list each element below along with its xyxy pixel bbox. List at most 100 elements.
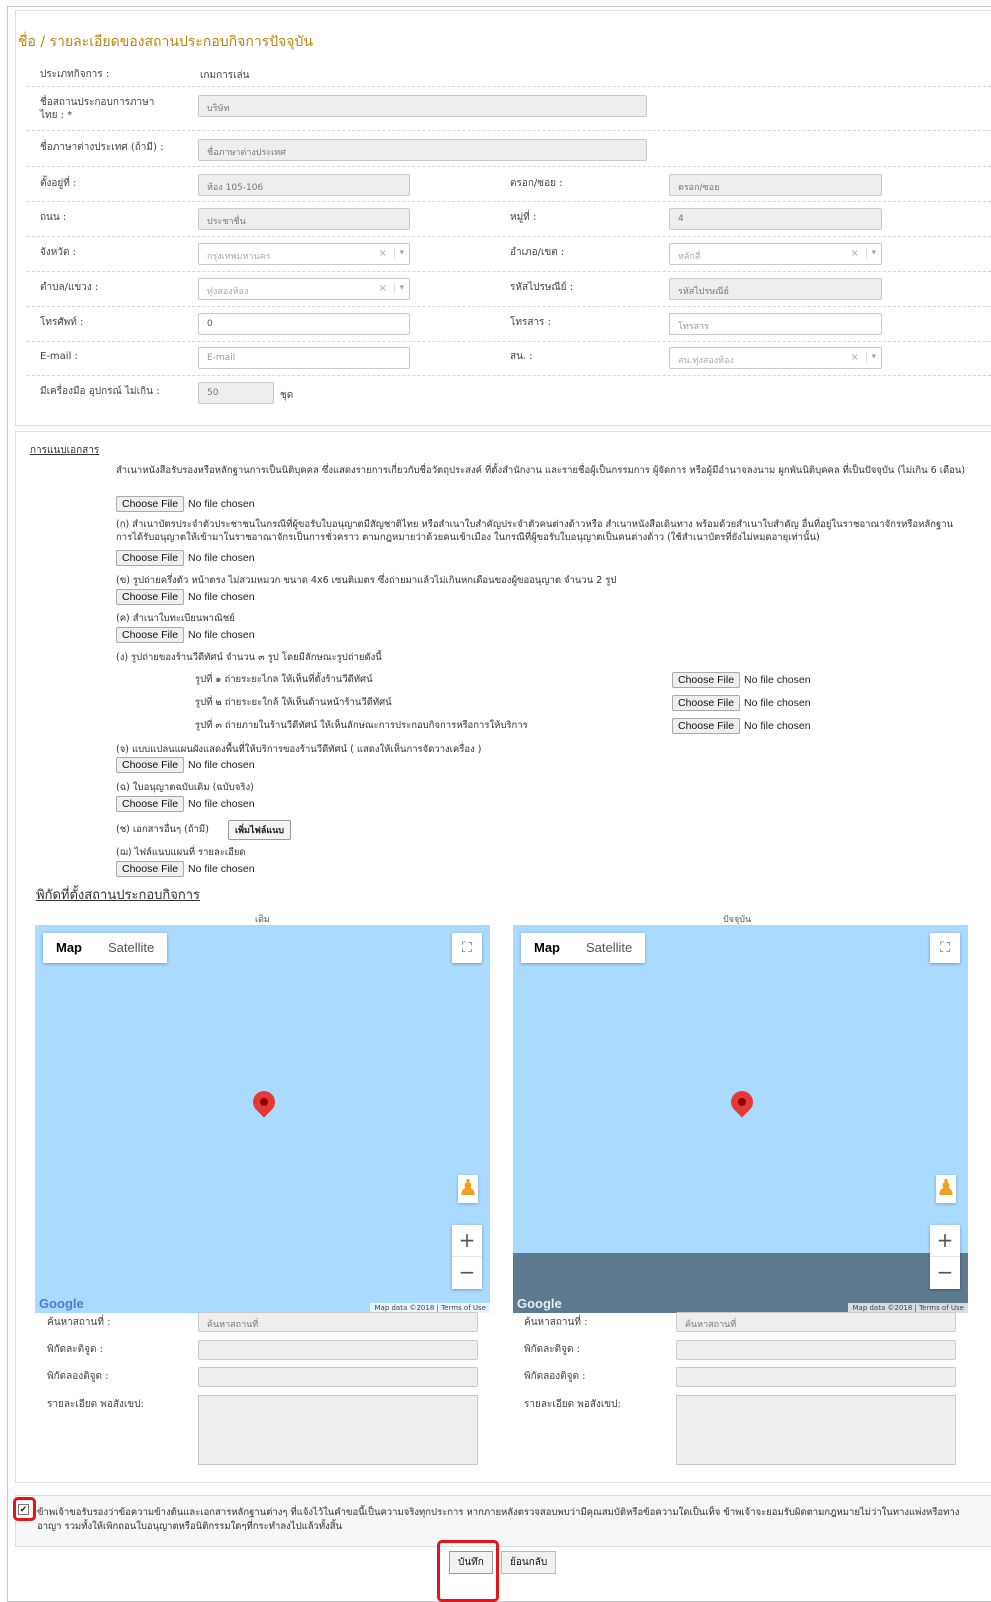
district-label: อำเภอ/เขต :: [510, 247, 565, 258]
row-divider: [27, 375, 991, 376]
choose-file-button[interactable]: Choose File: [116, 550, 185, 566]
fax-input[interactable]: โทรสาร: [669, 313, 882, 335]
street-view-icon[interactable]: ♟: [458, 1175, 478, 1203]
latitude-label: พิกัดละติจูด :: [524, 1344, 581, 1355]
province-select[interactable]: กรุงเทพมหานคร × ▾: [198, 243, 410, 265]
district-select[interactable]: หลักสี่ × ▾: [669, 243, 882, 265]
name-foreign-label: ชื่อภาษาต่างประเทศ (ถ้ามี) :: [40, 142, 164, 153]
clear-icon[interactable]: ×: [379, 283, 387, 294]
file-input[interactable]: Choose File No file chosen: [672, 718, 811, 734]
longitude-label: พิกัดลองติจูด :: [524, 1371, 586, 1382]
choose-file-button[interactable]: Choose File: [116, 627, 185, 643]
fullscreen-icon[interactable]: ⛶: [452, 933, 482, 963]
name-foreign-input[interactable]: ชื่อภาษาต่างประเทศ: [198, 139, 647, 161]
equipment-label: มีเครื่องมือ อุปกรณ์ ไม่เกิน :: [40, 386, 160, 397]
clear-icon[interactable]: ×: [851, 352, 859, 363]
file-input[interactable]: Choose File No file chosen: [116, 861, 255, 877]
file-status: No file chosen: [188, 863, 255, 875]
search-place-label: ค้นหาสถานที่ :: [47, 1317, 111, 1328]
add-attachment-button[interactable]: เพิ่มไฟล์แนบ: [228, 820, 292, 840]
clear-icon[interactable]: ×: [379, 248, 387, 259]
address-input[interactable]: ห้อง 105-106: [198, 174, 410, 196]
file-input[interactable]: Choose File No file chosen: [116, 550, 255, 566]
file-status: No file chosen: [188, 759, 255, 771]
file-input[interactable]: Choose File No file chosen: [116, 589, 255, 605]
file-input[interactable]: Choose File No file chosen: [116, 757, 255, 773]
name-th-input[interactable]: บริษัท: [198, 95, 647, 117]
search-place-input[interactable]: ค้นหาสถานที่: [198, 1312, 478, 1332]
zoom-in-icon[interactable]: +: [930, 1225, 960, 1257]
map-old[interactable]: Map Satellite ⛶ ♟ + − Google Map data ©2…: [35, 925, 490, 1313]
back-button[interactable]: ย้อนกลับ: [501, 1551, 557, 1574]
choose-file-button[interactable]: Choose File: [116, 496, 185, 512]
search-place-input[interactable]: ค้นหาสถานที่: [676, 1312, 956, 1332]
file-input[interactable]: Choose File No file chosen: [672, 695, 811, 711]
photo-item-text: รูปที่ ๑ ถ่ายระยะไกล ให้เห็นที่ตั้งร้านว…: [195, 674, 373, 685]
attachment-item-text: (ข) รูปถ่ายครึ่งตัว หน้าตรง ไม่สวมหมวก ข…: [116, 575, 617, 586]
longitude-input[interactable]: [676, 1367, 956, 1387]
attachment-item-text: (ฌ) ไฟล์แนบแผนที่ รายละเอียด: [116, 847, 246, 858]
phone-label: โทรศัพท์ :: [40, 317, 84, 328]
chevron-down-icon[interactable]: ▾: [394, 283, 404, 293]
map-marker-icon[interactable]: [726, 1086, 758, 1118]
zoom-in-icon[interactable]: +: [452, 1225, 482, 1257]
file-status: No file chosen: [744, 720, 811, 732]
latitude-input[interactable]: [198, 1340, 478, 1360]
choose-file-button[interactable]: Choose File: [116, 796, 185, 812]
fullscreen-icon[interactable]: ⛶: [930, 933, 960, 963]
moo-input[interactable]: 4: [669, 208, 882, 230]
row-divider: [27, 86, 991, 87]
chevron-down-icon[interactable]: ▾: [866, 352, 876, 362]
file-input[interactable]: Choose File No file chosen: [116, 627, 255, 643]
latitude-input[interactable]: [676, 1340, 956, 1360]
map-current[interactable]: Map Satellite ⛶ ♟ + − Google Map data ©2…: [513, 925, 968, 1313]
attachment-item-text: สำเนาหนังสือรับรองหรือหลักฐานการเป็นนิติ…: [116, 465, 966, 476]
map-tab[interactable]: Map: [521, 933, 573, 963]
street-view-icon[interactable]: ♟: [936, 1175, 956, 1203]
postcode-label: รหัสไปรษณีย์ :: [510, 282, 574, 293]
phone-input[interactable]: 0: [198, 313, 410, 335]
attachment-item-text: (ช) เอกสารอื่นๆ (ถ้ามี): [116, 824, 209, 835]
map-marker-icon[interactable]: [248, 1086, 280, 1118]
postcode-input[interactable]: รหัสไปรษณีย์: [669, 278, 882, 300]
satellite-tab[interactable]: Satellite: [95, 933, 167, 963]
email-label: E-mail :: [40, 351, 78, 362]
file-status: No file chosen: [188, 552, 255, 564]
choose-file-button[interactable]: Choose File: [672, 695, 741, 711]
clear-icon[interactable]: ×: [851, 248, 859, 259]
choose-file-button[interactable]: Choose File: [672, 718, 741, 734]
file-status: No file chosen: [744, 697, 811, 709]
equipment-unit: ชุด: [280, 390, 294, 401]
moo-label: หมู่ที่ :: [510, 212, 537, 223]
zoom-control: + −: [930, 1225, 960, 1289]
satellite-tab[interactable]: Satellite: [573, 933, 645, 963]
file-input[interactable]: Choose File No file chosen: [116, 796, 255, 812]
detail-textarea[interactable]: [676, 1395, 956, 1465]
choose-file-button[interactable]: Choose File: [116, 757, 185, 773]
attachments-heading: การแนบเอกสาร: [30, 445, 100, 456]
file-input[interactable]: Choose File No file chosen: [116, 496, 255, 512]
attachment-item-text: (จ) แบบแปลนแผนผังแสดงพื้นที่ให้บริการของ…: [116, 744, 482, 755]
photo-item-text: รูปที่ ๓ ถ่ายภายในร้านวีดีทัศน์ ให้เห็นล…: [195, 720, 528, 731]
station-select[interactable]: สน.ทุ่งสองห้อง × ▾: [669, 347, 882, 369]
file-input[interactable]: Choose File No file chosen: [672, 672, 811, 688]
zoom-out-icon[interactable]: −: [452, 1257, 482, 1289]
zoom-out-icon[interactable]: −: [930, 1257, 960, 1289]
choose-file-button[interactable]: Choose File: [116, 861, 185, 877]
latitude-label: พิกัดละติจูด :: [47, 1344, 104, 1355]
detail-textarea[interactable]: [198, 1395, 478, 1465]
chevron-down-icon[interactable]: ▾: [394, 248, 404, 258]
row-divider: [27, 166, 991, 167]
email-input[interactable]: E-mail: [198, 347, 410, 369]
road-input[interactable]: ประชาชื่น: [198, 208, 410, 230]
equipment-input[interactable]: 50: [198, 382, 274, 404]
soi-input[interactable]: ตรอก/ซอย: [669, 174, 882, 196]
chevron-down-icon[interactable]: ▾: [866, 248, 876, 258]
file-status: No file chosen: [188, 498, 255, 510]
subdistrict-select[interactable]: ทุ่งสองห้อง × ▾: [198, 278, 410, 300]
choose-file-button[interactable]: Choose File: [116, 589, 185, 605]
longitude-input[interactable]: [198, 1367, 478, 1387]
row-divider: [27, 130, 991, 131]
choose-file-button[interactable]: Choose File: [672, 672, 741, 688]
map-tab[interactable]: Map: [43, 933, 95, 963]
